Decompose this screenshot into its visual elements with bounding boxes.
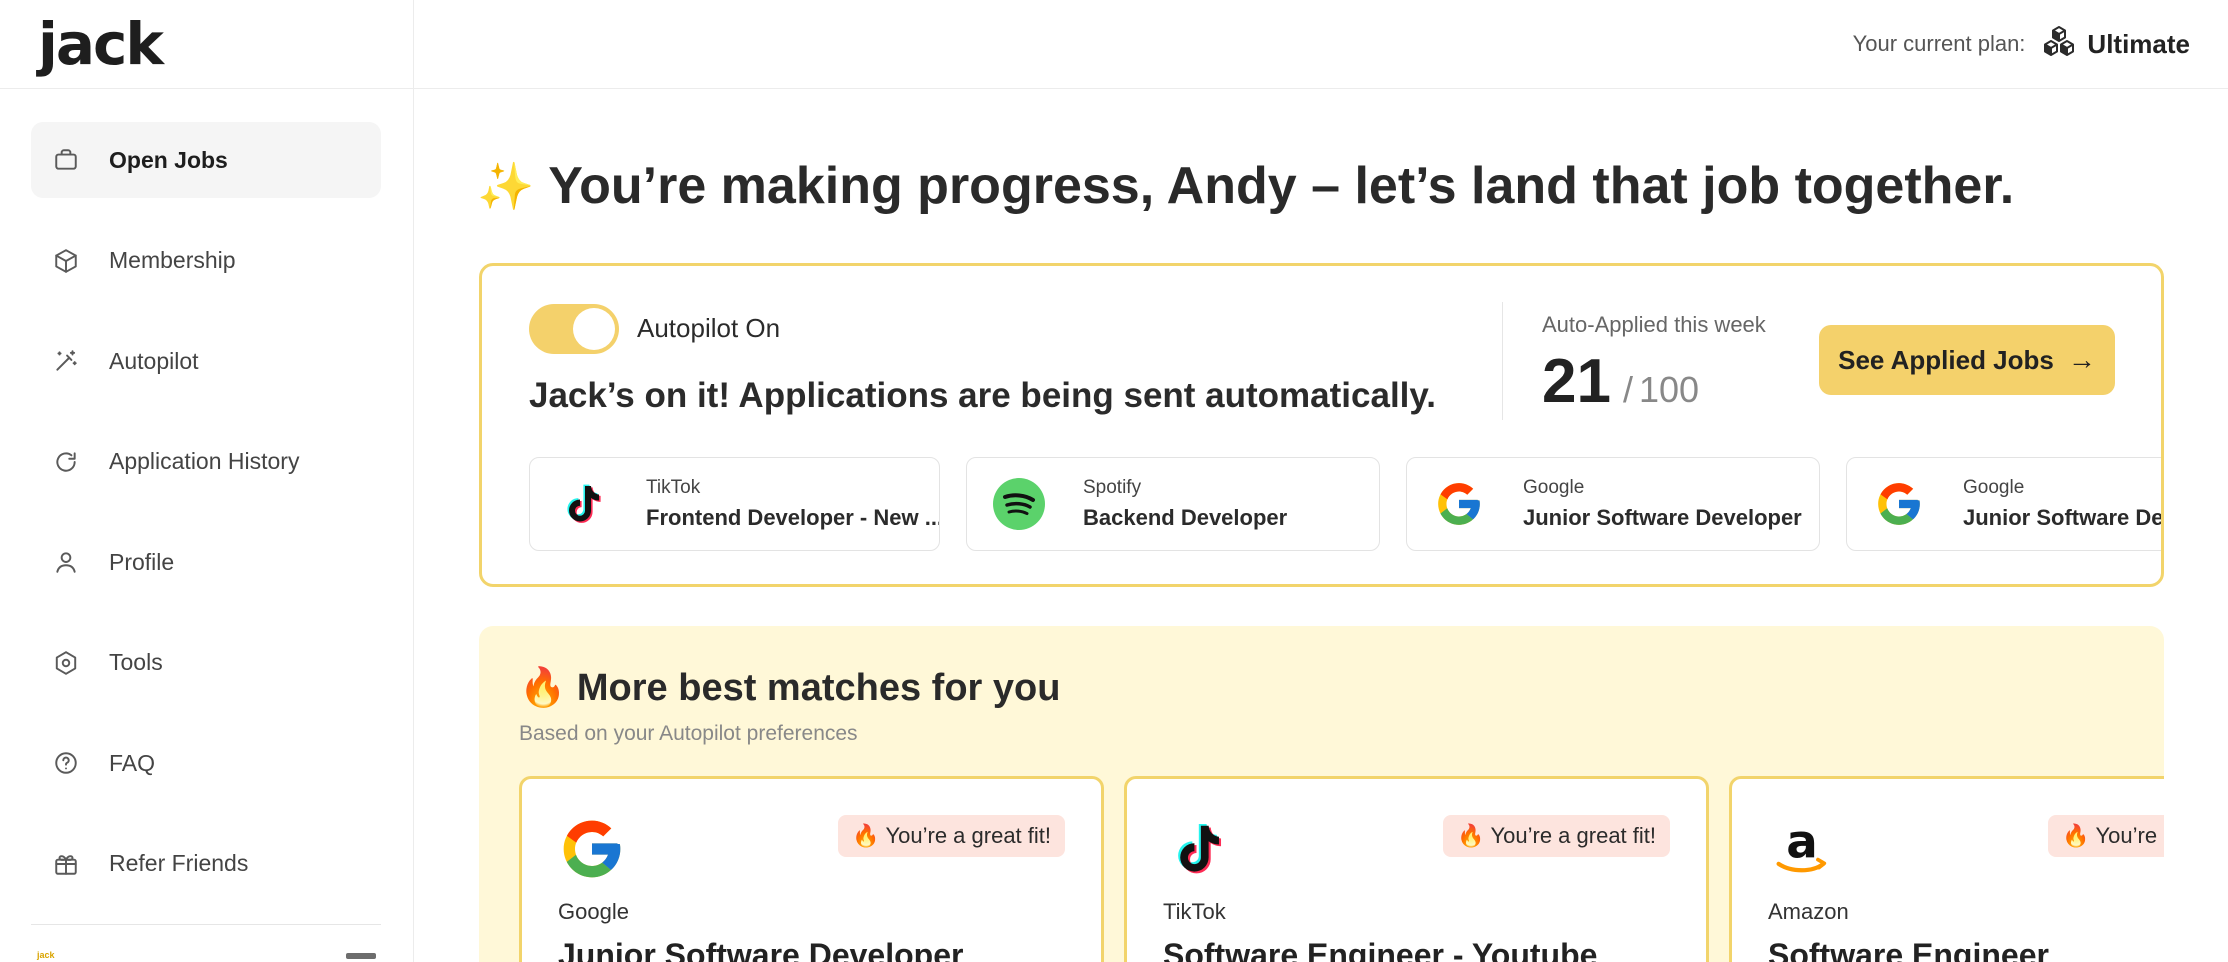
match-title: Software Engineer [1768,937,2049,962]
best-matches-title-text: More best matches for you [576,667,1061,709]
job-company: Google [1963,477,2025,498]
auto-applied-total: 100 [1638,369,1700,410]
arrow-right-icon: → [2067,344,2096,375]
great-fit-badge: 🔥 You’re a great fit! [838,815,1065,857]
match-card[interactable]: 🔥 You’re a great fit! Google Junior Soft… [519,776,1104,962]
match-company: TikTok [1163,899,1226,924]
great-fit-badge: 🔥 You’re a great fit! [2048,815,2164,857]
sparkles-icon: ✨ [477,159,535,212]
applied-job-text: Google Junior Software Developer [1523,477,1802,531]
great-fit-badge: 🔥 You’re a great fit! [1443,815,1670,857]
sidebar-item-label: Refer Friends [109,850,249,876]
sidebar-item-label: FAQ [109,749,156,776]
greeting-text: You’re making progress, Andy – let’s lan… [548,157,2015,215]
mini-badge [346,953,376,959]
job-title: Backend Developer [1083,505,1288,530]
fire-icon: 🔥 [519,667,567,709]
job-company: Google [1523,477,1585,498]
applied-job-text: Google Junior Software Developer [1963,477,2164,531]
applied-job-text: TikTok Frontend Developer - New ... [646,477,940,531]
sidebar-divider [31,924,381,925]
job-company: Spotify [1083,477,1142,498]
google-logo-icon [1873,478,1925,530]
spotify-logo-icon [993,478,1045,530]
sidebar-item-refer-friends[interactable]: Refer Friends [31,826,381,902]
refresh-icon [51,447,81,477]
best-matches-subtitle: Based on your Autopilot preferences [519,722,858,745]
cubes-icon [2041,24,2077,65]
mini-logo: jack [37,950,55,960]
svg-text:a: a [1786,816,1818,870]
sidebar-item-profile[interactable]: Profile [31,524,381,600]
google-logo-icon [1433,478,1485,530]
applied-job-chip[interactable]: TikTok Frontend Developer - New ... [529,457,940,551]
sidebar-nav: Open Jobs Membership Autopilot Applicati… [31,122,381,926]
match-company: Google [558,899,629,924]
logo-divider [0,88,414,89]
sidebar-item-autopilot[interactable]: Autopilot [31,323,381,399]
match-cards-row: 🔥 You’re a great fit! Google Junior Soft… [519,776,2164,962]
gift-icon [51,849,81,879]
autopilot-card: Autopilot On Jack’s on it! Applications … [479,263,2164,587]
best-matches-section: 🔥 More best matches for you Based on you… [479,626,2164,962]
applied-job-text: Spotify Backend Developer [1083,477,1287,531]
applied-job-chip[interactable]: Google Junior Software Developer [1846,457,2164,551]
auto-applied-separator: / [1622,369,1633,410]
autopilot-message: Jack’s on it! Applications are being sen… [529,376,1436,415]
user-icon [51,547,81,577]
amazon-logo-icon: a [1768,815,1836,883]
sidebar-item-label: Membership [109,247,236,273]
google-logo-icon [558,815,626,883]
toggle-knob [573,308,615,350]
auto-applied-value: 21 [1542,347,1611,416]
sidebar-item-faq[interactable]: FAQ [31,725,381,801]
briefcase-icon [51,145,81,175]
page-title: ✨ You’re making progress, Andy – let’s l… [477,156,2014,216]
box-icon [51,246,81,276]
job-title: Junior Software Developer [1523,505,1802,530]
current-plan: Your current plan: Ultimate [1853,24,2190,64]
help-circle-icon [51,748,81,778]
job-title: Frontend Developer - New ... [646,505,940,530]
applied-jobs-strip: TikTok Frontend Developer - New ... Spot… [529,457,2164,551]
plan-value[interactable]: Ultimate [2087,29,2190,60]
sidebar-item-label: Profile [109,548,175,575]
autopilot-toggle-label: Autopilot On [637,313,781,343]
sidebar-item-application-history[interactable]: Application History [31,424,381,500]
sidebar-item-label: Application History [109,448,300,474]
magic-wand-icon [51,346,81,376]
sidebar-item-label: Tools [109,649,163,675]
sidebar: jack Open Jobs Membership Autopilot Appl… [0,0,414,962]
stat-divider [1502,302,1503,420]
see-applied-jobs-button[interactable]: See Applied Jobs → [1819,325,2115,395]
match-title: Junior Software Developer [558,937,964,962]
sidebar-item-membership[interactable]: Membership [31,223,381,299]
match-title: Software Engineer - Youtube [1163,937,1598,962]
job-company: TikTok [646,477,701,498]
sidebar-item-label: Open Jobs [109,146,228,173]
job-title: Junior Software Developer [1963,505,2164,530]
hexagon-gear-icon [51,648,81,678]
sidebar-item-open-jobs[interactable]: Open Jobs [31,122,381,198]
applied-job-chip[interactable]: Spotify Backend Developer [966,457,1380,551]
match-company: Amazon [1768,899,1849,924]
app-logo[interactable]: jack [38,10,164,78]
plan-label: Your current plan: [1852,31,2026,56]
match-card[interactable]: a 🔥 You’re a great fit! Amazon Software … [1729,776,2164,962]
match-card[interactable]: 🔥 You’re a great fit! TikTok Software En… [1124,776,1709,962]
auto-applied-label: Auto-Applied this week [1542,312,1766,337]
autopilot-toggle[interactable] [529,304,619,354]
auto-applied-count: 21 / 100 [1542,346,1699,417]
applied-job-chip[interactable]: Google Junior Software Developer [1406,457,1820,551]
tiktok-logo-icon [1163,815,1231,883]
sidebar-item-tools[interactable]: Tools [31,625,381,701]
header-divider [414,88,2228,89]
best-matches-title: 🔥 More best matches for you [519,666,1060,710]
tiktok-logo-icon [556,478,608,530]
sidebar-item-label: Autopilot [109,347,199,374]
see-applied-jobs-label: See Applied Jobs [1838,344,2054,375]
